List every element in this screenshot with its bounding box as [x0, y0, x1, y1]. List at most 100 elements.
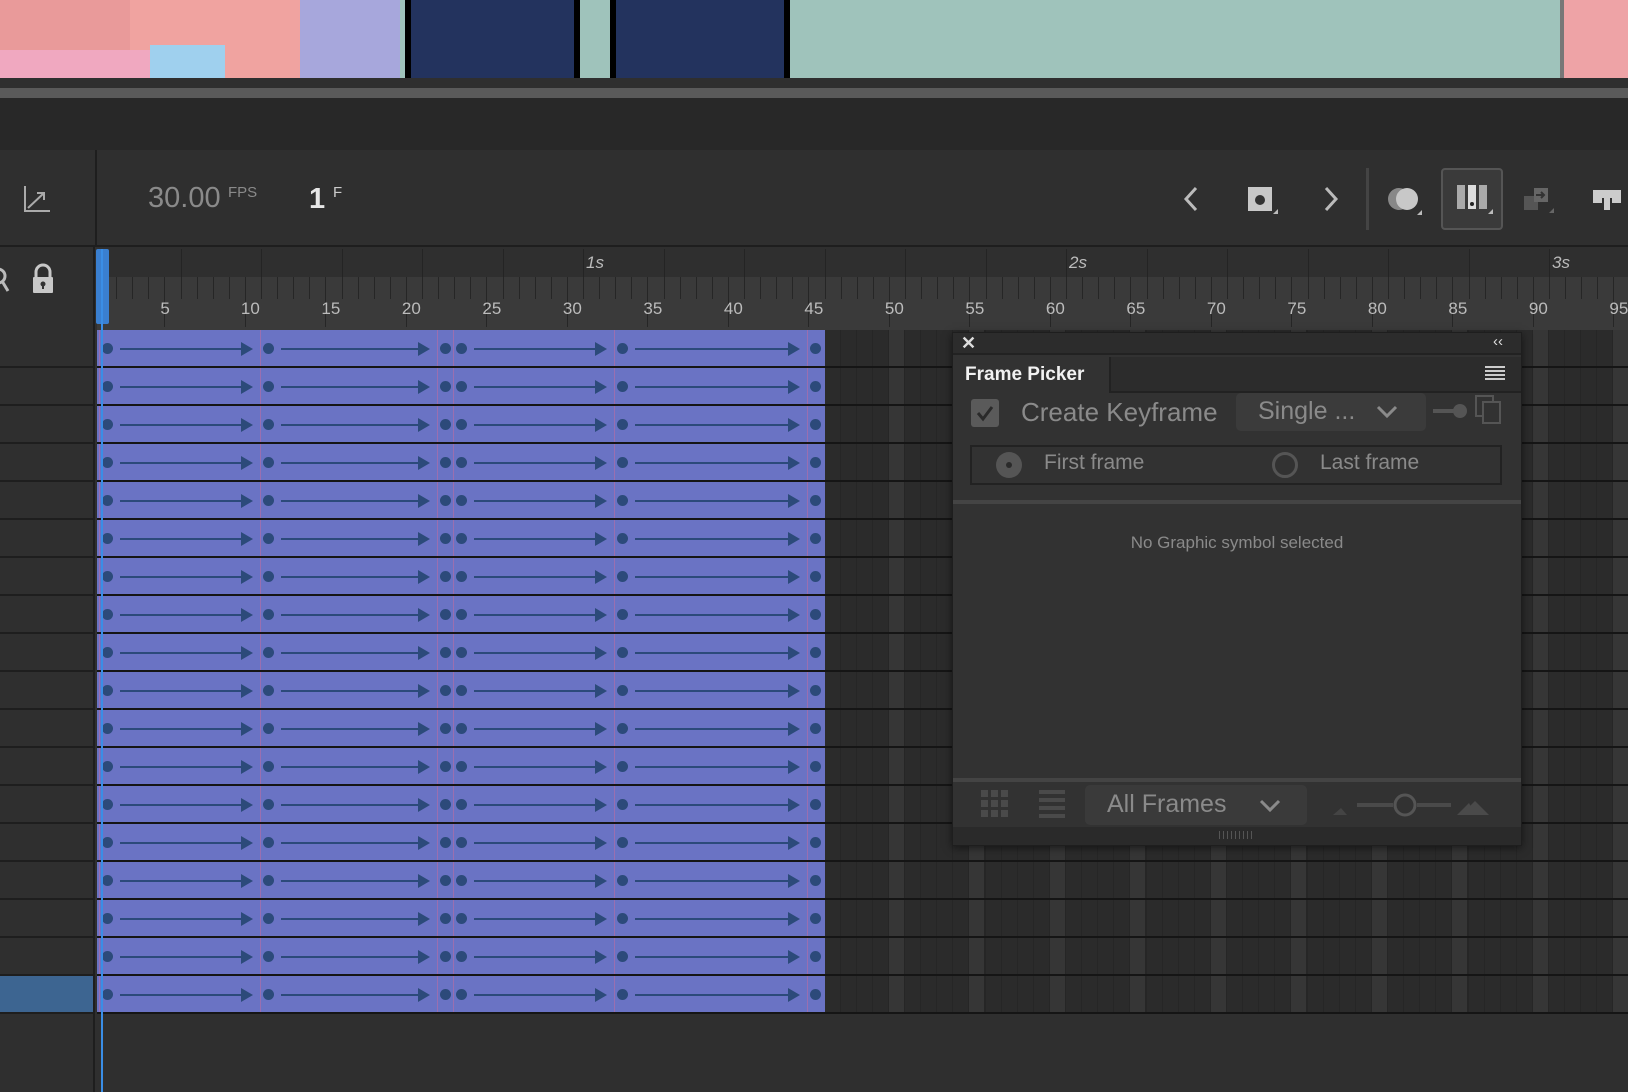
empty-frame[interactable]: [1355, 900, 1371, 936]
empty-frame[interactable]: [1243, 938, 1259, 974]
empty-frame[interactable]: [921, 558, 937, 594]
empty-frame[interactable]: [1162, 862, 1178, 898]
empty-frame[interactable]: [1468, 862, 1484, 898]
empty-frame[interactable]: [969, 938, 985, 974]
empty-frame[interactable]: [1275, 900, 1291, 936]
empty-frame[interactable]: [872, 444, 888, 480]
playhead[interactable]: [101, 249, 103, 1092]
empty-frame[interactable]: [1613, 938, 1628, 974]
empty-frame[interactable]: [1613, 558, 1628, 594]
empty-frame[interactable]: [969, 862, 985, 898]
empty-frame[interactable]: [921, 444, 937, 480]
empty-frame[interactable]: [872, 862, 888, 898]
empty-frame[interactable]: [872, 938, 888, 974]
empty-frame[interactable]: [1565, 596, 1581, 632]
empty-frame[interactable]: [1516, 976, 1532, 1012]
empty-frame[interactable]: [1613, 786, 1628, 822]
empty-frame[interactable]: [969, 900, 985, 936]
keyframe[interactable]: [102, 761, 113, 772]
resize-grip[interactable]: [953, 827, 1521, 845]
empty-frame[interactable]: [1500, 976, 1516, 1012]
empty-frame[interactable]: [905, 444, 920, 480]
empty-frame[interactable]: [1130, 862, 1146, 898]
empty-frame[interactable]: [1565, 444, 1581, 480]
empty-frame[interactable]: [1484, 862, 1500, 898]
empty-frame[interactable]: [1565, 786, 1581, 822]
empty-frame[interactable]: [1516, 862, 1532, 898]
keyframe[interactable]: [263, 343, 274, 354]
empty-frame[interactable]: [872, 900, 888, 936]
empty-frame[interactable]: [840, 976, 856, 1012]
empty-frame[interactable]: [937, 634, 953, 670]
empty-frame[interactable]: [1404, 938, 1420, 974]
keyframe[interactable]: [102, 571, 113, 582]
empty-frame[interactable]: [1114, 900, 1130, 936]
layer-name-cell[interactable]: [0, 748, 93, 786]
empty-frame[interactable]: [1597, 748, 1613, 784]
empty-frame[interactable]: [1613, 900, 1628, 936]
empty-frame[interactable]: [1532, 520, 1548, 556]
empty-frame[interactable]: [1227, 900, 1242, 936]
collapse-icon[interactable]: ‹‹: [1493, 333, 1503, 350]
empty-frame[interactable]: [888, 596, 904, 632]
empty-frame[interactable]: [1420, 976, 1436, 1012]
empty-frame[interactable]: [1210, 900, 1226, 936]
empty-frame[interactable]: [1581, 938, 1597, 974]
empty-frame[interactable]: [1565, 938, 1581, 974]
empty-frame[interactable]: [1549, 710, 1564, 746]
keyframe[interactable]: [263, 989, 274, 1000]
empty-frame[interactable]: [1516, 938, 1532, 974]
empty-frame[interactable]: [872, 748, 888, 784]
show-hide-icon[interactable]: [0, 265, 12, 295]
keyframe[interactable]: [263, 533, 274, 544]
empty-frame[interactable]: [856, 862, 872, 898]
empty-frame[interactable]: [824, 634, 840, 670]
empty-frame[interactable]: [1468, 938, 1484, 974]
timeline-ruler[interactable]: 5 10 15 20 25 30 35 40 45 50 55 60 65 70 75 80 85 90 95 1s 2…: [97, 249, 1628, 330]
empty-frame[interactable]: [824, 406, 840, 442]
empty-frame[interactable]: [1259, 900, 1275, 936]
keyframe[interactable]: [263, 685, 274, 696]
empty-frame[interactable]: [1565, 482, 1581, 518]
empty-frame[interactable]: [1484, 900, 1500, 936]
empty-frame[interactable]: [1033, 976, 1049, 1012]
empty-frame[interactable]: [1532, 406, 1548, 442]
keyframe[interactable]: [102, 647, 113, 658]
empty-frame[interactable]: [1549, 482, 1564, 518]
empty-frame[interactable]: [1420, 938, 1436, 974]
empty-frame[interactable]: [1452, 976, 1468, 1012]
empty-frame[interactable]: [872, 558, 888, 594]
empty-frame[interactable]: [888, 672, 904, 708]
empty-frame[interactable]: [1549, 672, 1564, 708]
empty-frame[interactable]: [1210, 862, 1226, 898]
keyframe[interactable]: [263, 875, 274, 886]
empty-frame[interactable]: [1613, 824, 1628, 860]
empty-frame[interactable]: [905, 710, 920, 746]
empty-frame[interactable]: [1210, 938, 1226, 974]
empty-frame[interactable]: [953, 900, 969, 936]
empty-frame[interactable]: [1613, 368, 1628, 404]
empty-frame[interactable]: [856, 672, 872, 708]
empty-frame[interactable]: [1581, 596, 1597, 632]
empty-frame[interactable]: [937, 330, 953, 366]
empty-frame[interactable]: [1549, 786, 1564, 822]
empty-frame[interactable]: [921, 482, 937, 518]
empty-frame[interactable]: [840, 596, 856, 632]
empty-frame[interactable]: [1194, 900, 1210, 936]
empty-frame[interactable]: [1597, 824, 1613, 860]
empty-frame[interactable]: [872, 824, 888, 860]
empty-frame[interactable]: [1613, 710, 1628, 746]
layer-name-cell[interactable]: [0, 558, 93, 596]
empty-frame[interactable]: [1549, 444, 1564, 480]
empty-frame[interactable]: [1565, 558, 1581, 594]
empty-frame[interactable]: [1613, 634, 1628, 670]
empty-frame[interactable]: [921, 748, 937, 784]
empty-frame[interactable]: [937, 444, 953, 480]
layer-name-cell[interactable]: [0, 862, 93, 900]
empty-frame[interactable]: [824, 444, 840, 480]
empty-frame[interactable]: [921, 672, 937, 708]
empty-frame[interactable]: [888, 710, 904, 746]
next-keyframe-icon[interactable]: [1318, 184, 1342, 214]
keyframe[interactable]: [102, 457, 113, 468]
empty-frame[interactable]: [1275, 938, 1291, 974]
